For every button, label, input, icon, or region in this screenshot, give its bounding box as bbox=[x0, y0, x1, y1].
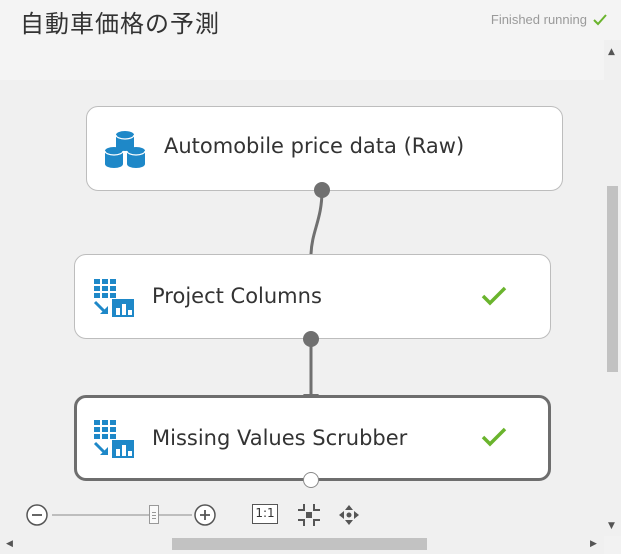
actual-size-button[interactable]: 1:1 bbox=[252, 504, 278, 524]
scroll-up-icon[interactable]: ▲ bbox=[608, 48, 615, 57]
run-status: Finished running bbox=[491, 12, 607, 27]
zoom-slider-handle[interactable] bbox=[149, 505, 160, 524]
project-columns-icon bbox=[93, 279, 134, 317]
horizontal-scrollbar[interactable]: ◀ ▶ bbox=[0, 536, 604, 554]
horizontal-scroll-thumb[interactable] bbox=[172, 538, 427, 550]
check-icon bbox=[593, 13, 607, 25]
experiment-canvas[interactable]: Automobile price data (Raw) Project Colu… bbox=[0, 80, 604, 536]
module-label: Missing Values Scrubber bbox=[152, 426, 408, 450]
project-columns-icon bbox=[93, 420, 134, 458]
dataset-icon bbox=[104, 131, 146, 168]
page-title: 自動車価格の予測 bbox=[20, 10, 220, 38]
module-project-columns[interactable]: Project Columns bbox=[74, 254, 551, 339]
pan-icon[interactable] bbox=[337, 503, 361, 527]
vertical-scroll-thumb[interactable] bbox=[607, 186, 618, 372]
module-label: Project Columns bbox=[152, 284, 322, 308]
scroll-down-icon[interactable]: ▼ bbox=[608, 522, 615, 531]
vertical-scrollbar[interactable]: ▲ ▼ bbox=[604, 40, 621, 536]
actual-size-label: 1:1 bbox=[255, 506, 275, 520]
check-icon bbox=[481, 286, 507, 306]
zoom-in-icon[interactable] bbox=[193, 503, 217, 527]
connector-1 bbox=[309, 189, 324, 255]
zoom-slider-track[interactable] bbox=[52, 514, 192, 516]
module-label: Automobile price data (Raw) bbox=[164, 134, 465, 158]
zoom-out-icon[interactable] bbox=[25, 503, 49, 527]
title-bar: 自動車価格の予測 Finished running bbox=[0, 0, 621, 80]
output-port[interactable] bbox=[314, 182, 330, 198]
module-missing-values-scrubber[interactable]: Missing Values Scrubber bbox=[74, 395, 551, 481]
module-automobile-price-data[interactable]: Automobile price data (Raw) bbox=[86, 106, 563, 191]
scroll-left-icon[interactable]: ◀ bbox=[6, 540, 13, 549]
output-port[interactable] bbox=[303, 331, 319, 347]
scroll-right-icon[interactable]: ▶ bbox=[590, 540, 597, 549]
fit-to-screen-icon[interactable] bbox=[296, 502, 322, 528]
output-port[interactable] bbox=[303, 472, 319, 488]
run-status-text: Finished running bbox=[490, 12, 587, 27]
check-icon bbox=[481, 427, 507, 447]
